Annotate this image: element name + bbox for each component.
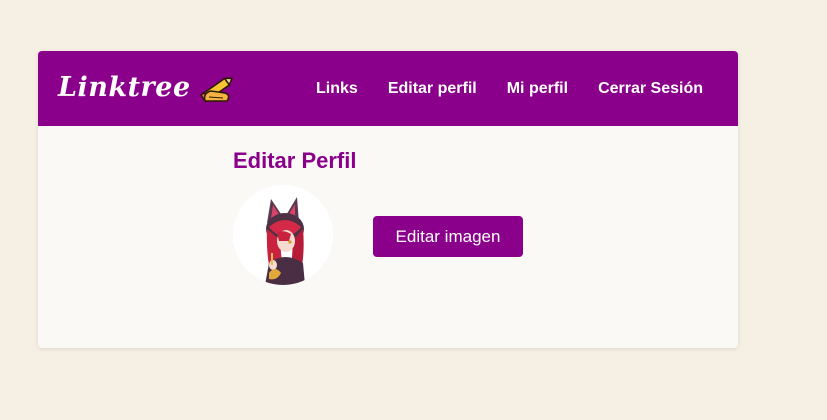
anime-character-avatar-icon	[233, 185, 333, 285]
brand-logo-text: Linktree	[58, 72, 191, 103]
brand[interactable]: Linktree	[58, 71, 237, 105]
nav-link-edit-profile[interactable]: Editar perfil	[388, 79, 477, 99]
nav-menu: Links Editar perfil Mi perfil Cerrar Ses…	[316, 79, 703, 99]
page-title: Editar Perfil	[233, 148, 357, 173]
nav-link-my-profile[interactable]: Mi perfil	[507, 79, 568, 99]
edit-profile-section: Editar Perfil Editar imagen	[233, 147, 523, 285]
writing-hand-icon	[199, 71, 237, 105]
edit-image-button[interactable]: Editar imagen	[373, 216, 523, 257]
avatar	[233, 185, 333, 285]
profile-image-row: Editar imagen	[233, 185, 553, 285]
navbar: Linktree Links Editar perfil Mi perfil C…	[38, 51, 738, 126]
profile-card: Linktree Links Editar perfil Mi perfil C…	[38, 51, 738, 348]
nav-link-logout[interactable]: Cerrar Sesión	[598, 79, 703, 99]
nav-link-links[interactable]: Links	[316, 79, 358, 99]
